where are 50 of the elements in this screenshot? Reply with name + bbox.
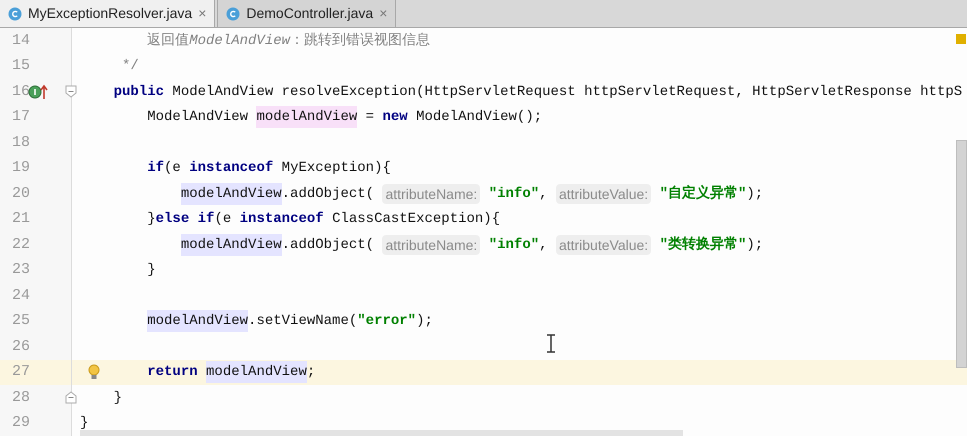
- line-number: 15: [12, 56, 30, 76]
- code-text: modelAndView.setViewName("error");: [147, 310, 433, 332]
- parameter-hint: attributeValue:: [556, 184, 652, 204]
- parameter-hint: attributeName:: [382, 184, 480, 204]
- code-text: }: [114, 388, 122, 408]
- line-number: 22: [12, 234, 30, 254]
- scrollbar-thumb[interactable]: [956, 140, 967, 368]
- class-icon: [226, 6, 240, 20]
- line-number: 26: [12, 336, 30, 356]
- line-number: 20: [12, 184, 30, 204]
- line-number: 21: [12, 209, 30, 229]
- line-number: 16: [12, 82, 30, 102]
- code-text: }: [147, 261, 156, 280]
- code-comment: */: [122, 57, 139, 76]
- code-text: "info",: [488, 184, 549, 204]
- implements-method-icon[interactable]: [28, 84, 48, 100]
- line-number: 27: [12, 362, 30, 382]
- code-text: "自定义异常");: [658, 184, 764, 204]
- lightbulb-icon[interactable]: [88, 364, 100, 380]
- code-text: ModelAndView modelAndView = new ModelAndView();: [147, 106, 542, 128]
- text-cursor-icon: [546, 334, 556, 353]
- code-comment: 返回值ModelAndView：跳转到错误视图信息: [147, 32, 430, 51]
- parameter-hint: attributeValue:: [556, 234, 652, 255]
- code-text: public ModelAndView resolveException(HttpServletRequest httpServletRequest, HttpServletResponse httpS: [114, 82, 962, 102]
- editor-tab[interactable]: MyExceptionResolver.java ×: [0, 0, 216, 27]
- class-icon: [8, 6, 22, 20]
- code-text: "类转换异常");: [658, 235, 764, 255]
- line-number: 17: [12, 107, 30, 127]
- line-number: 18: [12, 132, 30, 152]
- tab-label: DemoController.java: [246, 4, 374, 23]
- tab-label: MyExceptionResolver.java: [28, 4, 192, 23]
- code-text: }: [80, 414, 88, 434]
- parameter-hint: attributeName:: [382, 234, 480, 255]
- horizontal-scrollbar[interactable]: [80, 430, 683, 436]
- line-number: 29: [12, 413, 30, 433]
- line-number: 24: [12, 286, 30, 306]
- code-text: }else if(e instanceof ClassCastException){: [147, 210, 500, 230]
- line-number: 14: [12, 30, 30, 50]
- code-text: "info",: [488, 236, 549, 255]
- line-number: 23: [12, 260, 30, 280]
- line-number: 28: [12, 388, 30, 408]
- editor-tab[interactable]: DemoController.java ×: [217, 0, 396, 27]
- close-tab-button[interactable]: ×: [198, 3, 206, 24]
- code-text: return modelAndView;: [147, 361, 316, 384]
- line-number: 25: [12, 311, 30, 331]
- warning-marker: [956, 34, 966, 44]
- fold-marker-icon[interactable]: [65, 85, 77, 98]
- line-number: 19: [12, 158, 30, 178]
- code-text: if(e instanceof MyException){: [147, 159, 391, 178]
- fold-marker-icon[interactable]: [65, 391, 77, 404]
